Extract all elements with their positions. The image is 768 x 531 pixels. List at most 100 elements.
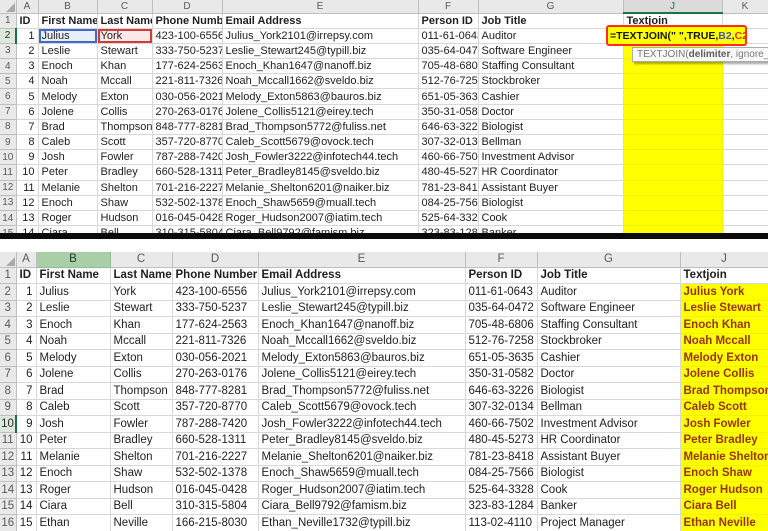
bottom-cell-E2[interactable]: Julius_York2101@irrepsy.com — [258, 284, 465, 301]
bottom-cell-B3[interactable]: Leslie — [36, 300, 110, 317]
top-cell-D4[interactable]: 177-624-2563 — [152, 59, 222, 74]
bottom-cell-E5[interactable]: Noah_Mccall1662@sveldo.biz — [258, 333, 465, 350]
bottom-col-header-F[interactable]: F — [465, 252, 537, 267]
bottom-row-header-13[interactable]: 13 — [0, 465, 16, 482]
top-cell-K8[interactable] — [722, 119, 768, 134]
top-cell-K10[interactable] — [722, 150, 768, 165]
top-cell-G14[interactable]: Cook — [478, 210, 623, 225]
bottom-cell-F14[interactable]: 525-64-3328 — [465, 482, 537, 499]
top-cell-K7[interactable] — [722, 104, 768, 119]
top-cell-C5[interactable]: Mccall — [97, 74, 152, 89]
top-cell-D5[interactable]: 221-811-7326 — [152, 74, 222, 89]
bottom-cell-F8[interactable]: 646-63-3226 — [465, 383, 537, 400]
bottom-row-header-3[interactable]: 3 — [0, 300, 16, 317]
bottom-cell-E6[interactable]: Melody_Exton5863@bauros.biz — [258, 350, 465, 367]
bottom-cell-C14[interactable]: Hudson — [110, 482, 172, 499]
top-cell-B12[interactable]: Melanie — [38, 180, 97, 195]
bottom-cell-F12[interactable]: 781-23-8418 — [465, 449, 537, 466]
top-col-header-J[interactable]: J — [623, 0, 722, 13]
bottom-cell-B10[interactable]: Josh — [36, 416, 110, 433]
top-cell-J8[interactable] — [623, 119, 722, 134]
top-row-header-6[interactable]: 6 — [0, 89, 16, 104]
top-cell-K15[interactable] — [722, 226, 768, 233]
bottom-cell-J3[interactable]: Leslie Stewart — [680, 300, 768, 317]
top-cell-B11[interactable]: Peter — [38, 165, 97, 180]
bottom-cell-B7[interactable]: Jolene — [36, 366, 110, 383]
top-cell-F4[interactable]: 705-48-6806 — [418, 59, 478, 74]
bottom-row-header-2[interactable]: 2 — [0, 284, 16, 301]
top-cell-A14[interactable]: 13 — [16, 210, 38, 225]
top-cell-F2[interactable]: 011-61-0643 — [418, 28, 478, 43]
bottom-cell-A1[interactable]: ID — [16, 267, 36, 284]
bottom-cell-D9[interactable]: 357-720-8770 — [172, 399, 258, 416]
top-cell-B8[interactable]: Brad — [38, 119, 97, 134]
bottom-cell-A14[interactable]: 13 — [16, 482, 36, 499]
top-row-header-13[interactable]: 13 — [0, 195, 16, 210]
bottom-cell-F4[interactable]: 705-48-6806 — [465, 317, 537, 334]
bottom-cell-J15[interactable]: Ciara Bell — [680, 498, 768, 515]
top-cell-K11[interactable] — [722, 165, 768, 180]
bottom-cell-F9[interactable]: 307-32-0134 — [465, 399, 537, 416]
top-cell-E4[interactable]: Enoch_Khan1647@nanoff.biz — [222, 59, 418, 74]
bottom-cell-B12[interactable]: Melanie — [36, 449, 110, 466]
top-cell-E9[interactable]: Caleb_Scott5679@ovock.tech — [222, 135, 418, 150]
top-cell-G1[interactable]: Job Title — [478, 13, 623, 28]
bottom-col-header-J[interactable]: J — [680, 252, 768, 267]
bottom-col-header-D[interactable]: D — [172, 252, 258, 267]
bottom-cell-F7[interactable]: 350-31-0582 — [465, 366, 537, 383]
top-cell-D1[interactable]: Phone Number — [152, 13, 222, 28]
bottom-cell-E7[interactable]: Jolene_Collis5121@eirey.tech — [258, 366, 465, 383]
top-cell-B5[interactable]: Noah — [38, 74, 97, 89]
formula-cell-J2[interactable]: =TEXTJOIN(" ",TRUE,B2,C2) — [606, 25, 747, 46]
top-cell-D12[interactable]: 701-216-2227 — [152, 180, 222, 195]
top-row-header-14[interactable]: 14 — [0, 210, 16, 225]
bottom-cell-G10[interactable]: Investment Advisor — [537, 416, 680, 433]
bottom-cell-C2[interactable]: York — [110, 284, 172, 301]
top-cell-G8[interactable]: Biologist — [478, 119, 623, 134]
bottom-cell-A15[interactable]: 14 — [16, 498, 36, 515]
bottom-select-all-corner[interactable] — [0, 252, 16, 267]
top-cell-C14[interactable]: Hudson — [97, 210, 152, 225]
bottom-cell-D14[interactable]: 016-045-0428 — [172, 482, 258, 499]
bottom-cell-E11[interactable]: Peter_Bradley8145@sveldo.biz — [258, 432, 465, 449]
bottom-cell-C4[interactable]: Khan — [110, 317, 172, 334]
top-col-header-D[interactable]: D — [152, 0, 222, 13]
top-cell-B2[interactable]: Julius — [38, 28, 97, 43]
top-cell-C3[interactable]: Stewart — [97, 43, 152, 58]
top-cell-D13[interactable]: 532-502-1378 — [152, 195, 222, 210]
bottom-cell-D15[interactable]: 310-315-5804 — [172, 498, 258, 515]
top-cell-D2[interactable]: 423-100-6556 — [152, 28, 222, 43]
bottom-cell-C15[interactable]: Bell — [110, 498, 172, 515]
bottom-row-header-16[interactable]: 16 — [0, 515, 16, 531]
bottom-cell-E4[interactable]: Enoch_Khan1647@nanoff.biz — [258, 317, 465, 334]
bottom-cell-C9[interactable]: Scott — [110, 399, 172, 416]
top-cell-A6[interactable]: 5 — [16, 89, 38, 104]
top-cell-E7[interactable]: Jolene_Collis5121@eirey.tech — [222, 104, 418, 119]
bottom-cell-G9[interactable]: Bellman — [537, 399, 680, 416]
top-cell-B6[interactable]: Melody — [38, 89, 97, 104]
bottom-cell-F1[interactable]: Person ID — [465, 267, 537, 284]
bottom-cell-A13[interactable]: 12 — [16, 465, 36, 482]
bottom-cell-E1[interactable]: Email Address — [258, 267, 465, 284]
top-row-header-7[interactable]: 7 — [0, 104, 16, 119]
bottom-cell-C8[interactable]: Thompson — [110, 383, 172, 400]
top-cell-C2[interactable]: York — [97, 28, 152, 43]
bottom-cell-J6[interactable]: Melody Exton — [680, 350, 768, 367]
bottom-cell-B8[interactable]: Brad — [36, 383, 110, 400]
top-cell-G6[interactable]: Cashier — [478, 89, 623, 104]
top-cell-A2[interactable]: 1 — [16, 28, 38, 43]
top-cell-G15[interactable]: Banker — [478, 226, 623, 233]
top-cell-J5[interactable] — [623, 74, 722, 89]
top-cell-F9[interactable]: 307-32-0134 — [418, 135, 478, 150]
top-cell-E12[interactable]: Melanie_Shelton6201@naiker.biz — [222, 180, 418, 195]
top-cell-J14[interactable] — [623, 210, 722, 225]
bottom-cell-D6[interactable]: 030-056-2021 — [172, 350, 258, 367]
bottom-row-header-9[interactable]: 9 — [0, 399, 16, 416]
bottom-cell-F3[interactable]: 035-64-0472 — [465, 300, 537, 317]
top-cell-D8[interactable]: 848-777-8281 — [152, 119, 222, 134]
bottom-cell-C7[interactable]: Collis — [110, 366, 172, 383]
bottom-cell-E9[interactable]: Caleb_Scott5679@ovock.tech — [258, 399, 465, 416]
top-cell-D11[interactable]: 660-528-1311 — [152, 165, 222, 180]
bottom-row-header-10[interactable]: 10 — [0, 416, 16, 433]
top-row-header-8[interactable]: 8 — [0, 119, 16, 134]
